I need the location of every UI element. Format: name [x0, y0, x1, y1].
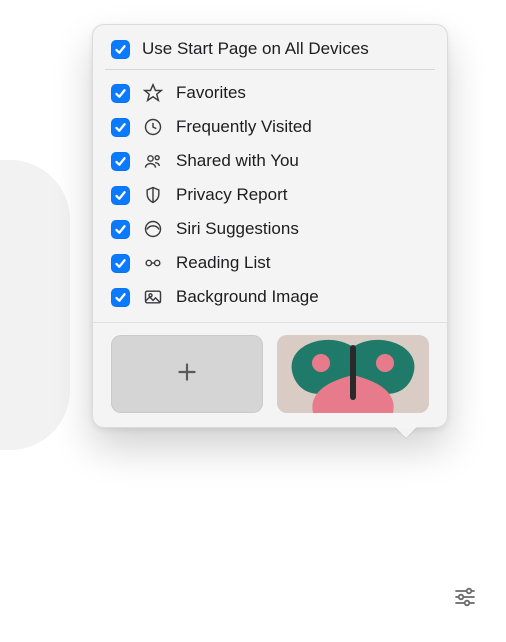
- option-label: Use Start Page on All Devices: [142, 39, 369, 59]
- option-siri-suggestions[interactable]: Siri Suggestions: [93, 212, 447, 246]
- background-thumbnail-butterfly[interactable]: [277, 335, 429, 413]
- people-icon: [142, 150, 164, 172]
- add-background-button[interactable]: [111, 335, 263, 413]
- option-label: Reading List: [176, 253, 271, 273]
- divider: [105, 69, 435, 70]
- background-shape: [0, 160, 70, 450]
- plus-icon: [174, 359, 200, 390]
- clock-icon: [142, 116, 164, 138]
- option-label: Frequently Visited: [176, 117, 312, 137]
- checkbox-icon: [111, 220, 130, 239]
- option-label: Shared with You: [176, 151, 299, 171]
- butterfly-icon: [277, 335, 429, 413]
- option-label: Favorites: [176, 83, 246, 103]
- shield-icon: [142, 184, 164, 206]
- photo-icon: [142, 286, 164, 308]
- checkbox-icon: [111, 254, 130, 273]
- option-frequently-visited[interactable]: Frequently Visited: [93, 110, 447, 144]
- checkbox-icon: [111, 40, 130, 59]
- checkbox-icon: [111, 152, 130, 171]
- option-reading-list[interactable]: Reading List: [93, 246, 447, 280]
- option-shared-with-you[interactable]: Shared with You: [93, 144, 447, 178]
- option-label: Background Image: [176, 287, 319, 307]
- checkbox-icon: [111, 288, 130, 307]
- checkbox-icon: [111, 118, 130, 137]
- option-label: Privacy Report: [176, 185, 287, 205]
- option-privacy-report[interactable]: Privacy Report: [93, 178, 447, 212]
- background-thumbnails: [93, 322, 447, 413]
- checkbox-icon: [111, 84, 130, 103]
- sliders-icon: [451, 585, 479, 614]
- glasses-icon: [142, 252, 164, 274]
- start-page-settings-button[interactable]: [448, 584, 482, 614]
- checkbox-icon: [111, 186, 130, 205]
- option-label: Siri Suggestions: [176, 219, 299, 239]
- option-favorites[interactable]: Favorites: [93, 76, 447, 110]
- option-background-image[interactable]: Background Image: [93, 280, 447, 314]
- start-page-settings-popover: Use Start Page on All Devices Favorites …: [92, 24, 448, 428]
- siri-icon: [142, 218, 164, 240]
- star-icon: [142, 82, 164, 104]
- option-use-start-page-all-devices[interactable]: Use Start Page on All Devices: [93, 31, 447, 69]
